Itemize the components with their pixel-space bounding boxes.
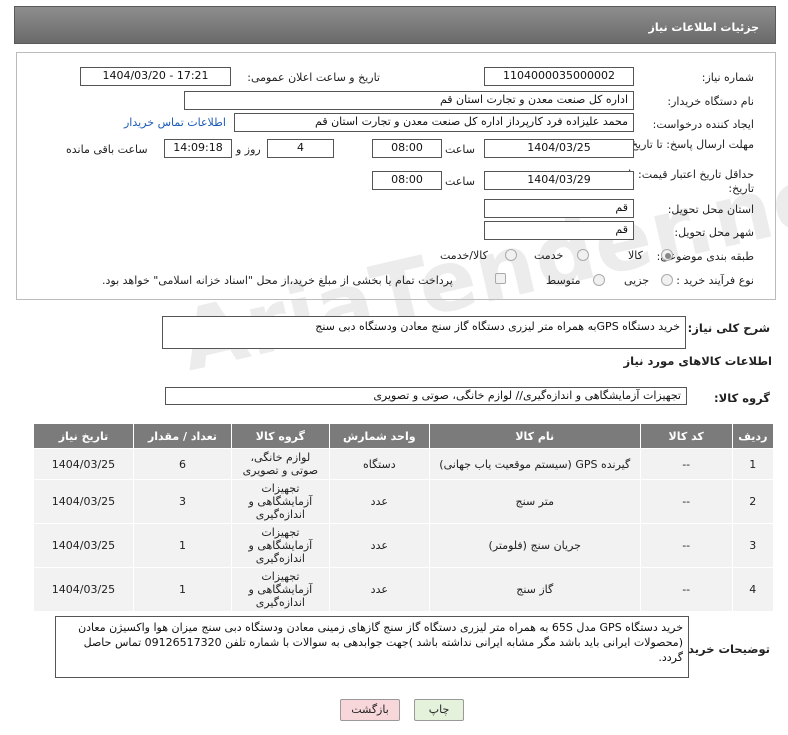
cell-unit: عدد [328, 479, 430, 524]
buyer-label: نام دستگاه خریدار: [667, 95, 754, 108]
col-group: گروه کالا [230, 423, 330, 449]
page-header: جزئیات اطلاعات نیاز [14, 6, 776, 44]
city-field[interactable]: قم [484, 221, 634, 240]
cell-unit: دستگاه [328, 448, 430, 480]
col-code: کد کالا [639, 423, 733, 449]
need-number-field[interactable]: 1104000035000002 [484, 67, 634, 86]
cell-unit: عدد [328, 567, 430, 612]
cell-code: -- [639, 567, 733, 612]
treasury-payment-note: پرداخت تمام یا بخشی از مبلغ خرید،از محل … [102, 274, 453, 287]
announce-label: تاریخ و ساعت اعلان عمومی: [247, 71, 380, 84]
category-radio-goods[interactable] [661, 249, 673, 261]
cell-group: لوازم خانگی، صوتی و تصویری [230, 448, 330, 480]
page-title: جزئیات اطلاعات نیاز [648, 21, 760, 34]
days-label: روز و [236, 143, 261, 156]
cell-name: گیرنده GPS (سیستم موقعیت یاب جهانی) [428, 448, 641, 480]
deadline-date-field[interactable]: 1404/03/25 [484, 139, 634, 158]
table-row[interactable]: 3 -- جریان سنج (فلومتر) عدد تجهیزات آزما… [33, 523, 775, 568]
province-field[interactable]: قم [484, 199, 634, 218]
cell-date: 1404/03/25 [33, 523, 134, 568]
cell-unit: عدد [328, 523, 430, 568]
col-unit: واحد شمارش [328, 423, 430, 449]
category-option-service: خدمت [534, 249, 564, 262]
notes-field[interactable]: خرید دستگاه GPS مدل 65S به همراه متر لیز… [55, 616, 689, 678]
cell-group: تجهیزات آزمایشگاهی و اندازه‌گیری [230, 523, 330, 568]
purchase-type-label: نوع فرآیند خرید : [676, 274, 754, 287]
goods-group-field[interactable]: تجهیزات آزمایشگاهی و اندازه‌گیری// لوازم… [165, 387, 687, 405]
remaining-label: ساعت باقی مانده [66, 143, 148, 156]
category-radio-service[interactable] [577, 249, 589, 261]
cell-row: 4 [731, 567, 775, 612]
cell-row: 1 [731, 448, 775, 480]
need-number-label: شماره نیاز: [701, 71, 754, 84]
province-label: استان محل تحویل: [667, 203, 754, 216]
cell-code: -- [639, 523, 733, 568]
city-label: شهر محل تحویل: [674, 226, 754, 239]
purchase-radio-minor[interactable] [661, 274, 673, 286]
cell-group: تجهیزات آزمایشگاهی و اندازه‌گیری [230, 479, 330, 524]
cell-qty: 6 [132, 448, 232, 480]
cell-code: -- [639, 479, 733, 524]
items-table-wrapper: ردیف کد کالا نام کالا واحد شمارش گروه کا… [33, 423, 775, 612]
category-radio-goods-service[interactable] [505, 249, 517, 261]
creator-label: ایجاد کننده درخواست: [652, 118, 754, 131]
col-name: نام کالا [428, 423, 641, 449]
cell-qty: 3 [132, 479, 232, 524]
cell-date: 1404/03/25 [33, 448, 134, 480]
buyer-field[interactable]: اداره کل صنعت معدن و تجارت استان قم [184, 91, 634, 110]
remaining-time-field[interactable]: 14:09:18 [164, 139, 232, 158]
cell-name: جریان سنج (فلومتر) [428, 523, 641, 568]
summary-label: شرح کلی نیاز: [687, 321, 770, 335]
cell-date: 1404/03/25 [33, 479, 134, 524]
contact-info-link[interactable]: اطلاعات تماس خریدار [124, 116, 226, 129]
deadline-time-label: ساعت [445, 143, 475, 156]
cell-name: متر سنج [428, 479, 641, 524]
cell-row: 2 [731, 479, 775, 524]
purchase-option-medium: متوسط [546, 274, 581, 287]
deadline-time-field[interactable]: 08:00 [372, 139, 442, 158]
cell-qty: 1 [132, 523, 232, 568]
items-table: ردیف کد کالا نام کالا واحد شمارش گروه کا… [33, 423, 775, 612]
announce-field[interactable]: 1404/03/20 - 17:21 [80, 67, 231, 86]
cell-name: گاز سنج [428, 567, 641, 612]
min-price-label: حداقل تاریخ اعتبار قیمت: تا تاریخ: [628, 168, 754, 195]
category-option-goods-service: کالا/خدمت [440, 249, 488, 262]
category-option-goods: کالا [628, 249, 643, 262]
goods-group-label: گروه کالا: [714, 391, 770, 405]
table-row[interactable]: 4 -- گاز سنج عدد تجهیزات آزمایشگاهی و ان… [33, 567, 775, 612]
purchase-radio-medium[interactable] [593, 274, 605, 286]
cell-qty: 1 [132, 567, 232, 612]
col-qty: تعداد / مقدار [132, 423, 232, 449]
creator-field[interactable]: محمد علیزاده فرد کارپرداز اداره کل صنعت … [234, 113, 634, 132]
days-field[interactable]: 4 [267, 139, 334, 158]
col-row: ردیف [731, 423, 775, 449]
summary-field[interactable]: خرید دستگاه GPSبه همراه متر لیزری دستگاه… [162, 316, 686, 349]
min-price-time-label: ساعت [445, 175, 475, 188]
items-table-header: ردیف کد کالا نام کالا واحد شمارش گروه کا… [33, 423, 775, 449]
col-date: تاریخ نیاز [33, 423, 134, 449]
cell-code: -- [639, 448, 733, 480]
min-price-date-field[interactable]: 1404/03/29 [484, 171, 634, 190]
treasury-payment-checkbox[interactable] [495, 273, 506, 284]
cell-row: 3 [731, 523, 775, 568]
cell-date: 1404/03/25 [33, 567, 134, 612]
table-row[interactable]: 2 -- متر سنج عدد تجهیزات آزمایشگاهی و ان… [33, 479, 775, 524]
purchase-option-minor: جزیی [624, 274, 650, 287]
back-button[interactable]: بازگشت [340, 699, 400, 721]
min-price-time-field[interactable]: 08:00 [372, 171, 442, 190]
goods-section-title: اطلاعات کالاهای مورد نیاز [623, 354, 772, 368]
table-row[interactable]: 1 -- گیرنده GPS (سیستم موقعیت یاب جهانی)… [33, 448, 775, 480]
print-button[interactable]: چاپ [414, 699, 464, 721]
cell-group: تجهیزات آزمایشگاهی و اندازه‌گیری [230, 567, 330, 612]
deadline-label: مهلت ارسال پاسخ: تا تاریخ: [627, 138, 754, 151]
